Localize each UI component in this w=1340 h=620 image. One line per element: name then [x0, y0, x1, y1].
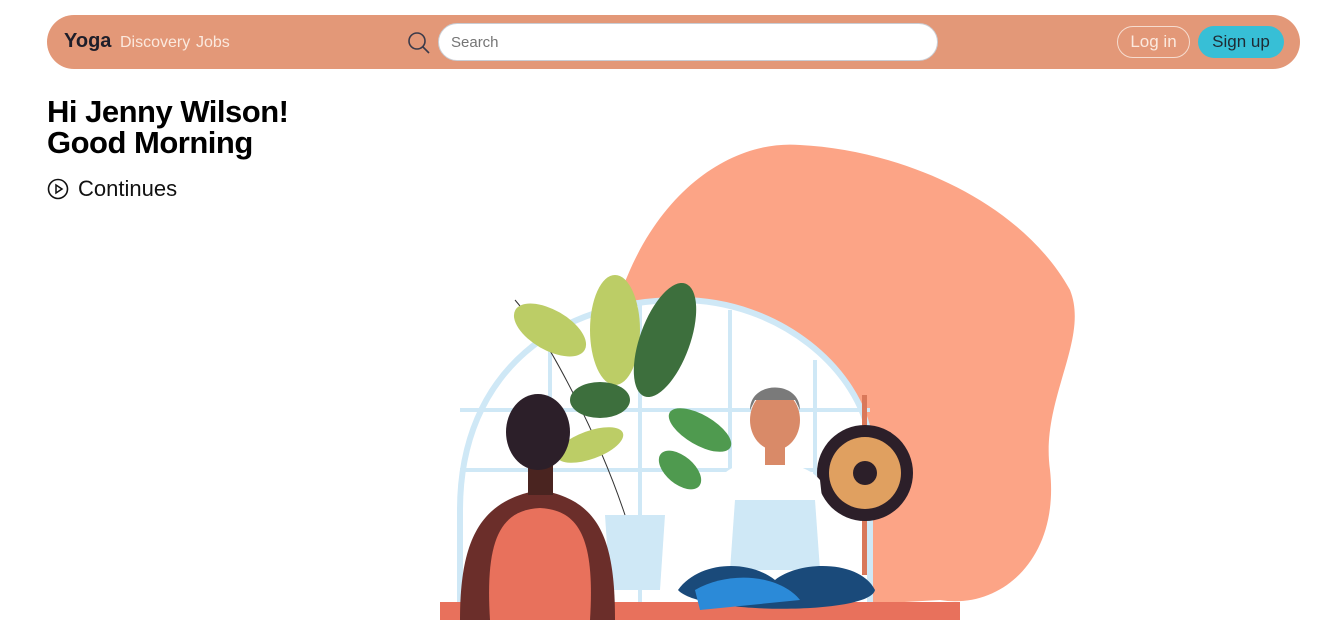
- play-circle-icon: [47, 178, 69, 200]
- top-nav: Yoga Discovery Jobs Log in Sign up: [47, 15, 1300, 69]
- search-icon[interactable]: [407, 31, 431, 55]
- login-button[interactable]: Log in: [1117, 26, 1190, 58]
- continue-label: Continues: [78, 176, 178, 201]
- greeting-name: Hi Jenny Wilson!: [47, 94, 289, 129]
- signup-button[interactable]: Sign up: [1198, 26, 1284, 58]
- yoga-illustration: [440, 144, 1075, 620]
- greeting: Hi Jenny Wilson! Good Morning: [47, 94, 289, 160]
- nav-link-jobs[interactable]: Jobs: [196, 34, 230, 52]
- greeting-time: Good Morning: [47, 125, 253, 160]
- search-input[interactable]: [438, 23, 938, 61]
- nav-link-discovery[interactable]: Discovery: [120, 34, 190, 52]
- continue-button[interactable]: Continues: [47, 176, 177, 202]
- brand-logo[interactable]: Yoga: [64, 30, 111, 53]
